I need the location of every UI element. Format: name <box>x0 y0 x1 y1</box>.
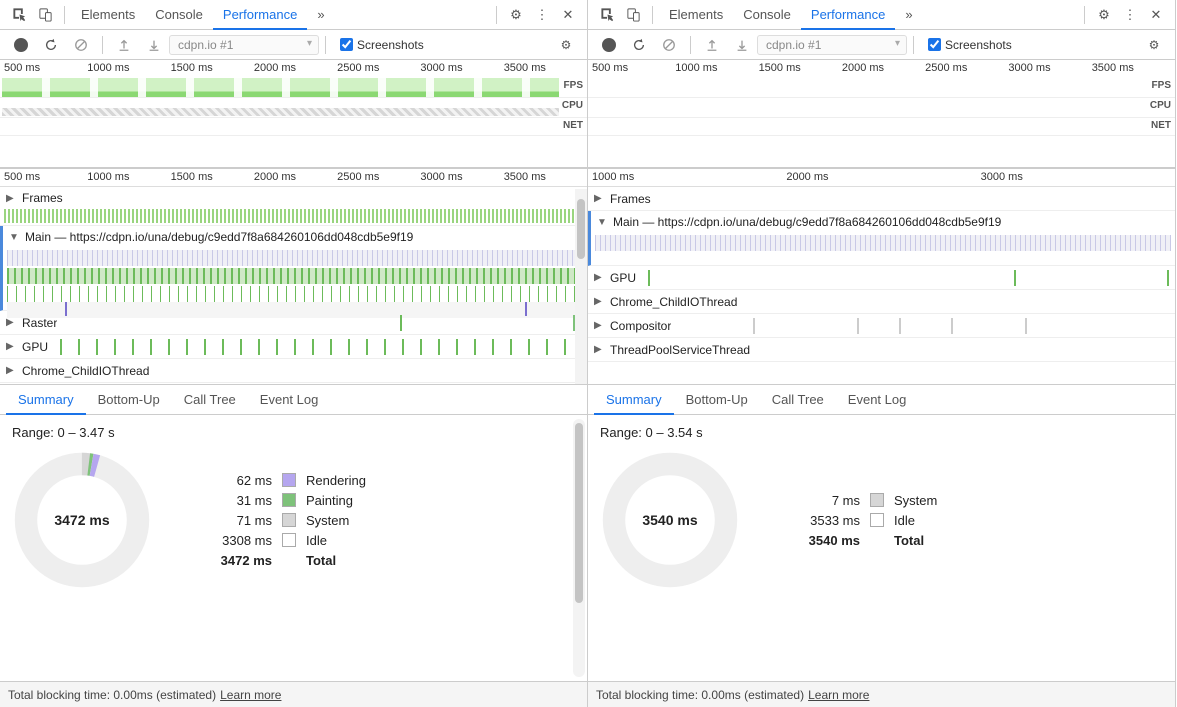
summary-donut: 3540 ms <box>600 450 740 590</box>
cpu-lane: CPU <box>0 98 587 118</box>
tab-elements[interactable]: Elements <box>71 1 145 28</box>
learn-more-link[interactable]: Learn more <box>808 688 869 702</box>
summary-pane: Range: 0 – 3.54 s 3540 ms 7 msSystem 3533… <box>588 415 1175 681</box>
settings-gear-icon[interactable]: ⚙ <box>1143 34 1165 56</box>
flame-chart[interactable]: 1000 ms2000 ms3000 ms ▶Frames ▼Main — ht… <box>588 169 1175 385</box>
fps-lane: FPS <box>0 78 587 98</box>
tab-console[interactable]: Console <box>733 1 801 28</box>
summary-donut: 3472 ms <box>12 450 152 590</box>
tab-bottom-up[interactable]: Bottom-Up <box>674 386 760 413</box>
device-icon[interactable] <box>624 6 642 24</box>
fps-lane: FPS <box>588 78 1175 98</box>
tab-console[interactable]: Console <box>145 1 213 28</box>
summary-pane: Range: 0 – 3.47 s 3472 ms 62 msRendering… <box>0 415 587 681</box>
summary-scrollbar[interactable] <box>573 419 585 677</box>
track-frames[interactable]: ▶Frames <box>0 187 587 226</box>
net-lane: NET <box>588 118 1175 136</box>
track-gpu[interactable]: ▶GPU <box>588 266 1175 290</box>
top-tab-bar: Elements Console Performance » ⚙ ⋮ ✕ <box>588 0 1175 30</box>
origin-select[interactable]: cdpn.io #1 <box>757 35 907 55</box>
legend-row: 3308 msIdle <box>202 533 366 548</box>
legend-row: 71 msSystem <box>202 513 366 528</box>
overview-pane[interactable]: 500 ms1000 ms1500 ms2000 ms2500 ms3000 m… <box>588 60 1175 169</box>
footer: Total blocking time: 0.00ms (estimated) … <box>588 681 1175 707</box>
tab-performance[interactable]: Performance <box>801 1 895 30</box>
tab-more[interactable]: » <box>895 1 922 28</box>
track-compositor[interactable]: ▶Compositor <box>588 314 1175 338</box>
settings-gear-icon[interactable]: ⚙ <box>555 34 577 56</box>
screenshots-checkbox[interactable] <box>928 38 941 51</box>
tab-event-log[interactable]: Event Log <box>248 386 331 413</box>
reload-button[interactable] <box>40 34 62 56</box>
upload-icon[interactable] <box>113 34 135 56</box>
gear-icon[interactable]: ⚙ <box>507 6 525 24</box>
perf-toolbar: cdpn.io #1 Screenshots ⚙ <box>588 30 1175 60</box>
overview-ruler: 500 ms1000 ms1500 ms2000 ms2500 ms3000 m… <box>0 60 587 78</box>
legend-row: 3533 msIdle <box>790 513 937 528</box>
track-frames[interactable]: ▶Frames <box>588 187 1175 211</box>
footer: Total blocking time: 0.00ms (estimated) … <box>0 681 587 707</box>
reload-button[interactable] <box>628 34 650 56</box>
legend-total: 3540 msTotal <box>790 533 937 548</box>
track-main[interactable]: ▼Main — https://cdpn.io/una/debug/c9edd7… <box>588 211 1175 266</box>
flame-chart[interactable]: 500 ms1000 ms1500 ms2000 ms2500 ms3000 m… <box>0 169 587 385</box>
bottom-tabs: Summary Bottom-Up Call Tree Event Log <box>588 385 1175 415</box>
tab-call-tree[interactable]: Call Tree <box>760 386 836 413</box>
summary-legend: 7 msSystem 3533 msIdle 3540 msTotal <box>790 488 937 553</box>
tab-call-tree[interactable]: Call Tree <box>172 386 248 413</box>
tab-more[interactable]: » <box>307 1 334 28</box>
legend-total: 3472 msTotal <box>202 553 366 568</box>
range-label: Range: 0 – 3.54 s <box>600 425 1163 440</box>
kebab-icon[interactable]: ⋮ <box>533 6 551 24</box>
devtools-panel-right: Elements Console Performance » ⚙ ⋮ ✕ cdp… <box>588 0 1176 707</box>
tab-performance[interactable]: Performance <box>213 1 307 30</box>
track-raster[interactable]: ▶Raster <box>0 311 587 335</box>
legend-row: 62 msRendering <box>202 473 366 488</box>
gear-icon[interactable]: ⚙ <box>1095 6 1113 24</box>
record-button[interactable] <box>10 34 32 56</box>
download-icon[interactable] <box>731 34 753 56</box>
overview-pane[interactable]: 500 ms1000 ms1500 ms2000 ms2500 ms3000 m… <box>0 60 587 169</box>
screenshots-label: Screenshots <box>357 38 424 52</box>
record-button[interactable] <box>598 34 620 56</box>
learn-more-link[interactable]: Learn more <box>220 688 281 702</box>
bottom-tabs: Summary Bottom-Up Call Tree Event Log <box>0 385 587 415</box>
inspect-icon[interactable] <box>10 6 28 24</box>
download-icon[interactable] <box>143 34 165 56</box>
track-gpu[interactable]: ▶GPU <box>0 335 587 359</box>
cpu-lane: CPU <box>588 98 1175 118</box>
track-threadpool[interactable]: ▶ThreadPoolServiceThread <box>588 338 1175 362</box>
legend-row: 7 msSystem <box>790 493 937 508</box>
range-label: Range: 0 – 3.47 s <box>12 425 575 440</box>
inspect-icon[interactable] <box>598 6 616 24</box>
top-tab-bar: Elements Console Performance » ⚙ ⋮ ✕ <box>0 0 587 30</box>
net-lane: NET <box>0 118 587 136</box>
tab-bottom-up[interactable]: Bottom-Up <box>86 386 172 413</box>
kebab-icon[interactable]: ⋮ <box>1121 6 1139 24</box>
clear-button[interactable] <box>70 34 92 56</box>
track-chromeio[interactable]: ▶Chrome_ChildIOThread <box>588 290 1175 314</box>
close-icon[interactable]: ✕ <box>559 6 577 24</box>
overview-ruler: 500 ms1000 ms1500 ms2000 ms2500 ms3000 m… <box>588 60 1175 78</box>
track-main[interactable]: ▼Main — https://cdpn.io/una/debug/c9edd7… <box>0 226 587 311</box>
summary-legend: 62 msRendering 31 msPainting 71 msSystem 33… <box>202 468 366 573</box>
screenshots-label: Screenshots <box>945 38 1012 52</box>
screenshots-checkbox[interactable] <box>340 38 353 51</box>
tab-event-log[interactable]: Event Log <box>836 386 919 413</box>
flame-scrollbar[interactable] <box>575 189 587 384</box>
perf-toolbar: cdpn.io #1 Screenshots ⚙ <box>0 30 587 60</box>
tab-summary[interactable]: Summary <box>6 386 86 415</box>
origin-select[interactable]: cdpn.io #1 <box>169 35 319 55</box>
close-icon[interactable]: ✕ <box>1147 6 1165 24</box>
track-chromeio[interactable]: ▶Chrome_ChildIOThread <box>0 359 587 383</box>
device-icon[interactable] <box>36 6 54 24</box>
devtools-panel-left: Elements Console Performance » ⚙ ⋮ ✕ cdp… <box>0 0 588 707</box>
upload-icon[interactable] <box>701 34 723 56</box>
legend-row: 31 msPainting <box>202 493 366 508</box>
clear-button[interactable] <box>658 34 680 56</box>
tab-elements[interactable]: Elements <box>659 1 733 28</box>
tab-summary[interactable]: Summary <box>594 386 674 415</box>
